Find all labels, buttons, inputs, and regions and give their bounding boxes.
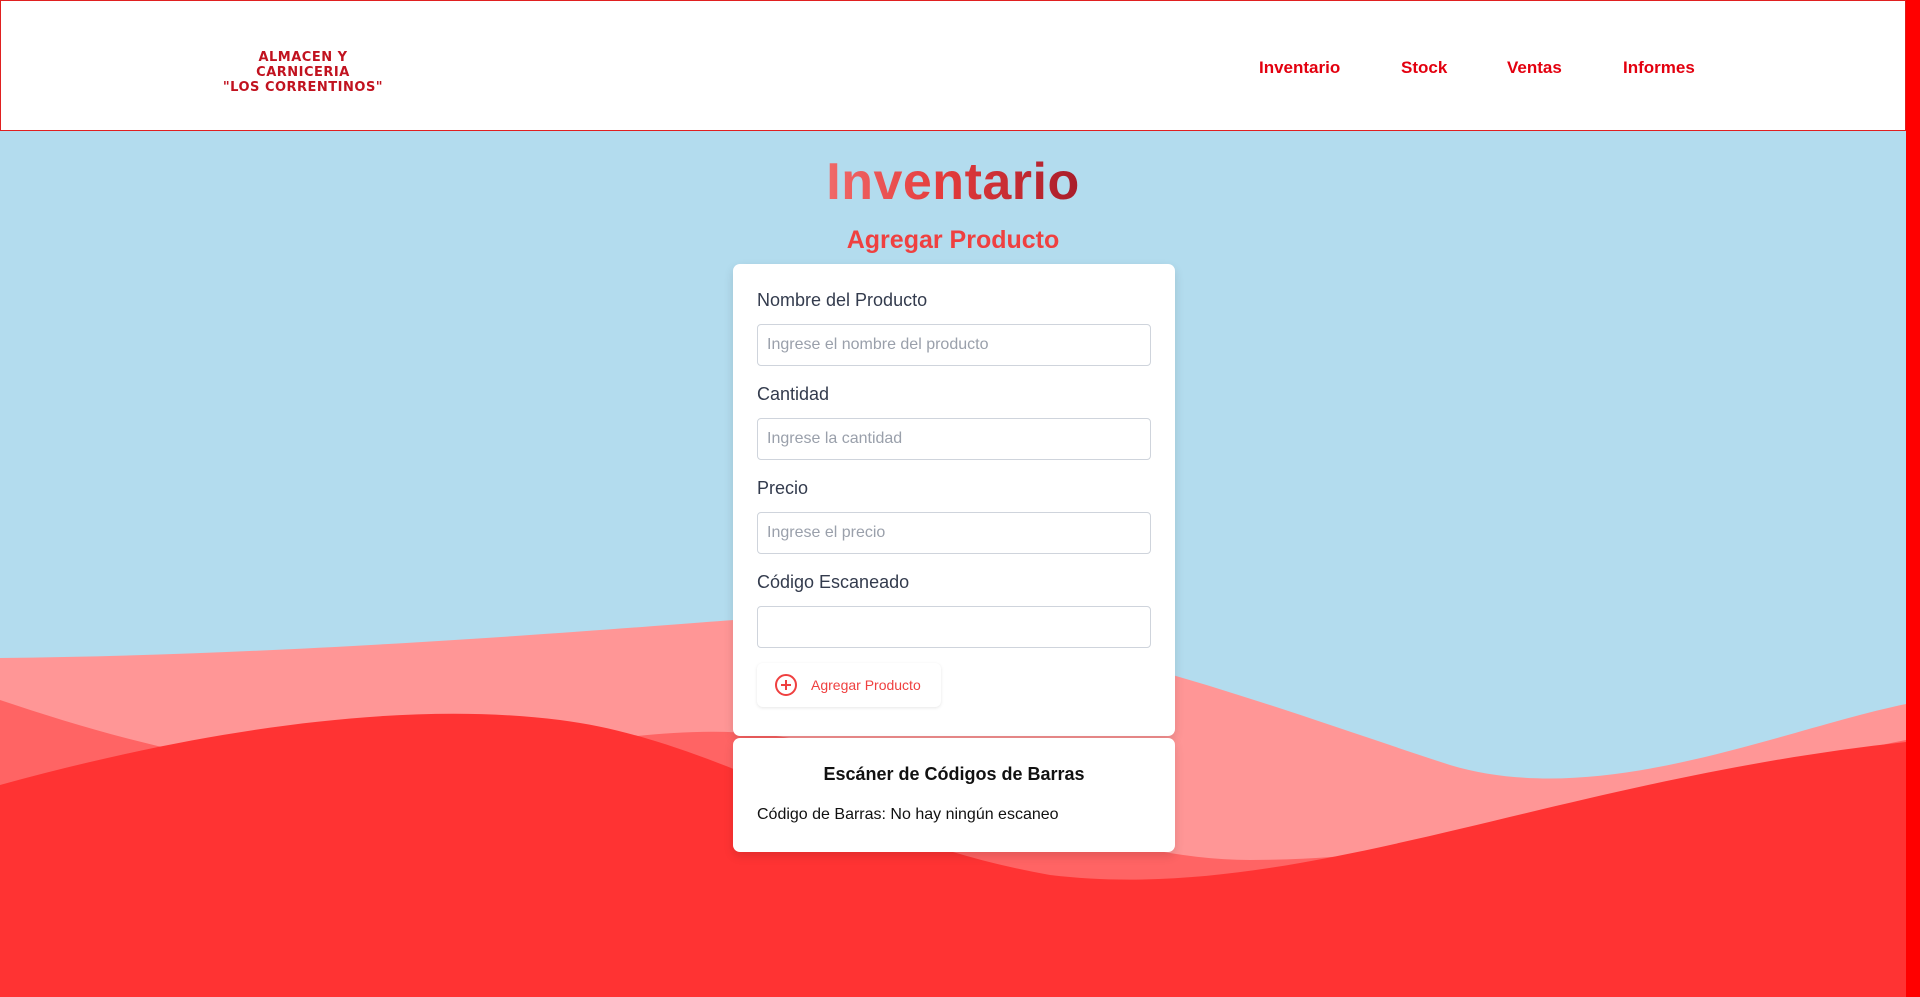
add-product-button-label: Agregar Producto [811, 677, 921, 693]
nav-inventario[interactable]: Inventario [1259, 58, 1340, 78]
scanner-status-label: Código de Barras: [757, 806, 886, 823]
scanner-title: Escáner de Códigos de Barras [823, 764, 1085, 784]
price-label: Precio [757, 478, 809, 498]
scanner-status: Código de Barras: No hay ningún escaneo [757, 806, 1059, 824]
add-product-form: Nombre del Producto Cantidad Precio Códi… [733, 264, 1175, 736]
add-product-button[interactable]: Agregar Producto [757, 663, 941, 707]
product-name-input[interactable] [757, 324, 1151, 366]
brand-logo[interactable]: ALMACEN Y CARNICERIA "LOS CORRENTINOS" [215, 50, 391, 95]
brand-line-2: "LOS CORRENTINOS" [222, 80, 384, 95]
page-title-text: Inventario [826, 153, 1080, 211]
page-subtitle: Agregar Producto [846, 226, 1060, 254]
nav-ventas[interactable]: Ventas [1507, 58, 1562, 78]
page-title: Inventario [0, 152, 1906, 212]
top-header: ALMACEN Y CARNICERIA "LOS CORRENTINOS" I… [0, 0, 1906, 131]
scanned-code-label: Código Escaneado [757, 572, 910, 592]
scanned-code-input[interactable] [757, 606, 1151, 648]
nav-stock[interactable]: Stock [1401, 58, 1447, 78]
quantity-label: Cantidad [757, 384, 830, 404]
barcode-scanner-panel: Escáner de Códigos de Barras Código de B… [733, 738, 1175, 852]
scanner-status-value: No hay ningún escaneo [890, 806, 1059, 823]
scrollbar[interactable] [1906, 0, 1920, 997]
plus-circle-icon [775, 674, 797, 696]
product-name-label: Nombre del Producto [757, 290, 928, 310]
brand-line-1: ALMACEN Y CARNICERIA [256, 50, 350, 80]
price-input[interactable] [757, 512, 1151, 554]
nav-informes[interactable]: Informes [1623, 58, 1695, 78]
quantity-input[interactable] [757, 418, 1151, 460]
